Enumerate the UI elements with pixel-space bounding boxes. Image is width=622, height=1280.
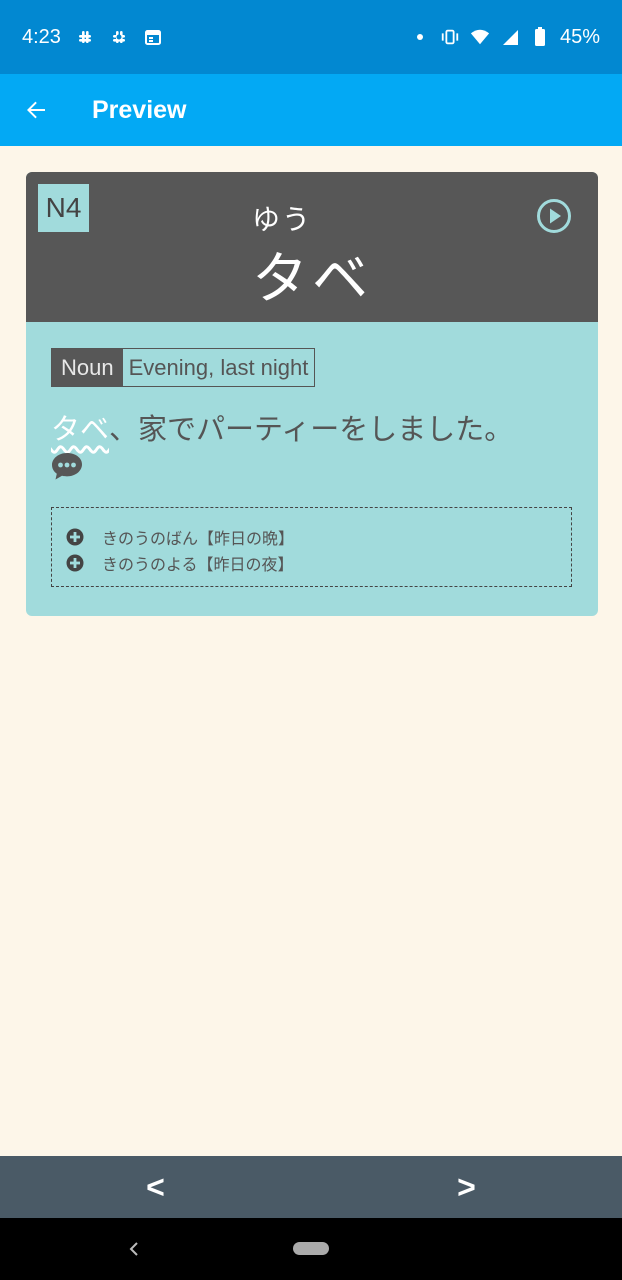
word-reading: ゆう [251,203,312,236]
card-header: N4 ゆう タベ [26,172,598,322]
system-home-pill[interactable] [293,1242,329,1255]
battery-percentage: 45% [559,25,600,48]
bottom-nav: < > [0,1156,622,1218]
back-button[interactable] [0,74,72,146]
related-word-item[interactable]: きのうのばん【昨日の晩】 [66,524,571,550]
example-sentence: タベ、家でパーティーをしました。 [51,409,573,449]
example-highlight-word: タベ [51,412,110,446]
vibrate-icon [440,27,460,47]
app-bar: Preview [0,74,622,146]
next-button[interactable]: > [311,1156,622,1218]
play-audio-button[interactable] [536,198,572,234]
related-word-text: きのうのばん【昨日の晩】 [102,529,295,548]
status-left: 4:23 [22,26,163,49]
status-bar: 4:23 45% [0,0,622,74]
slack-icon [75,27,95,47]
comment-icon[interactable] [51,451,83,481]
example-rest: 、家でパーティーをしました。 [109,412,514,446]
signal-icon [500,27,520,47]
card-body: Noun Evening, last night タベ、家でパーティーをしました… [26,322,598,587]
meaning-text: Evening, last night [128,354,309,380]
vocab-word: タベ [252,247,372,312]
plus-circle-icon [66,528,84,546]
plus-circle-icon [66,554,84,572]
slack-icon [109,27,129,47]
calendar-icon [143,27,163,47]
previous-button[interactable]: < [0,1156,311,1218]
system-nav-bar [0,1218,622,1280]
wifi-icon [470,27,490,47]
related-word-item[interactable]: きのうのよる【昨日の夜】 [66,550,571,576]
status-time: 4:23 [22,25,61,48]
page-title: Preview [92,95,187,124]
status-right: 45% [410,26,600,49]
system-back-icon[interactable] [124,1237,144,1261]
battery-icon [530,27,550,47]
dot-icon [410,27,430,47]
vocab-card: N4 ゆう タベ Noun Evening, last night タベ、家でパ… [26,172,598,616]
arrow-left-icon [27,101,45,119]
meaning-row: Noun Evening, last night [51,348,316,387]
related-word-text: きのうのよる【昨日の夜】 [102,555,294,574]
part-of-speech-tag: Noun [52,349,123,386]
related-words-box: きのうのばん【昨日の晩】 きのうのよる【昨日の夜】 [51,507,572,587]
